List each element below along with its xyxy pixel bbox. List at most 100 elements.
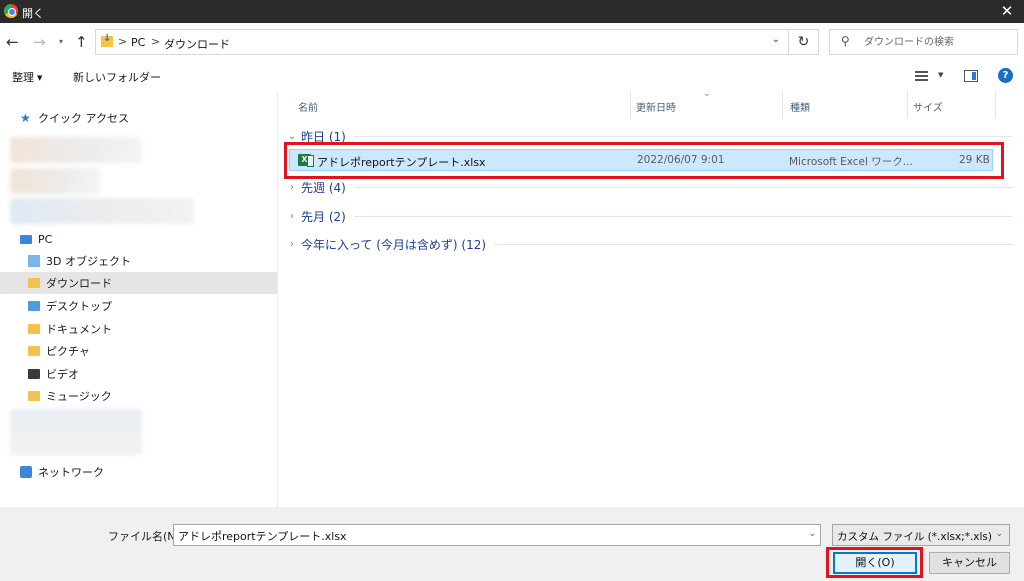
search-box[interactable]: ⚲: [829, 29, 1018, 55]
column-header-type[interactable]: 種類: [790, 99, 810, 114]
group-header-last-month[interactable]: › 先月 (2): [279, 205, 1019, 227]
organize-label: 整理: [12, 71, 34, 84]
filename-input[interactable]: [178, 528, 798, 543]
sidebar-item-label: ネットワーク: [38, 466, 104, 479]
chevron-right-icon: ›: [290, 238, 294, 250]
cancel-button[interactable]: キャンセル: [929, 552, 1010, 574]
address-dropdown-icon[interactable]: ⌄: [772, 34, 780, 45]
file-list: 名前 ⌄ 更新日時 種類 サイズ ⌄ 昨日 (1) X アドレポreportテン…: [279, 89, 1024, 507]
music-folder-icon: [28, 391, 40, 401]
help-icon[interactable]: ?: [998, 68, 1013, 83]
refresh-icon[interactable]: ↻: [789, 29, 819, 55]
group-header-last-week[interactable]: › 先週 (4): [279, 176, 1019, 198]
group-divider: [353, 215, 1013, 217]
sidebar-item-label: ドキュメント: [46, 323, 112, 336]
column-header-size[interactable]: サイズ: [913, 99, 943, 114]
sort-chevron-icon: ⌄: [703, 89, 711, 99]
pictures-folder-icon: [28, 346, 40, 356]
group-header-yesterday[interactable]: ⌄ 昨日 (1): [279, 125, 1019, 147]
chrome-icon: [4, 4, 18, 18]
sidebar-item-pictures[interactable]: ピクチャ: [28, 340, 90, 362]
table-row[interactable]: X アドレポreportテンプレート.xlsx 2022/06/07 9:01 …: [289, 149, 993, 171]
breadcrumb-separator-icon[interactable]: >: [118, 35, 127, 48]
navigation-bar: ← → ▾ ↑ > PC > ダウンロード ⌄ ↻ ⚲: [0, 23, 1024, 63]
documents-folder-icon: [28, 324, 40, 334]
sidebar-item-label: デスクトップ: [46, 300, 112, 313]
column-header-row: 名前 ⌄ 更新日時 種類 サイズ: [279, 89, 1024, 119]
close-icon[interactable]: ✕: [990, 0, 1024, 23]
title-bar: 開く ✕: [0, 0, 1024, 23]
column-header-modified[interactable]: 更新日時: [636, 99, 676, 114]
pc-icon: [20, 234, 32, 244]
chevron-right-icon: ›: [290, 181, 294, 193]
recent-locations-chevron-icon[interactable]: ▾: [59, 37, 63, 46]
excel-file-icon: X: [298, 154, 314, 167]
chevron-right-icon: ›: [290, 210, 294, 222]
breadcrumb-separator-icon[interactable]: >: [151, 35, 160, 48]
videos-folder-icon: [28, 369, 40, 379]
organize-button[interactable]: 整理 ▼: [12, 69, 42, 85]
sidebar-item-pc[interactable]: PC: [20, 228, 52, 250]
file-name: アドレポreportテンプレート.xlsx: [317, 156, 486, 169]
column-divider[interactable]: [907, 91, 908, 119]
open-button[interactable]: 開く(O): [833, 552, 917, 574]
sidebar-item-documents[interactable]: ドキュメント: [28, 318, 112, 340]
sidebar-item-quick-access[interactable]: ★ クイック アクセス: [20, 107, 129, 129]
dialog-footer: ファイル名(N): ⌄ カスタム ファイル (*.xlsx;*.xls) ⌄ 開…: [0, 507, 1024, 581]
chevron-down-icon: ⌄: [995, 529, 1003, 539]
sidebar-item-label: ビデオ: [46, 368, 79, 381]
downloads-folder-icon: [101, 33, 113, 47]
command-toolbar: 整理 ▼ 新しいフォルダー ▼ ?: [0, 63, 1024, 91]
sidebar-item-label: ピクチャ: [46, 345, 90, 358]
filename-combobox[interactable]: ⌄: [173, 524, 821, 546]
column-divider[interactable]: [782, 91, 783, 119]
network-icon: [20, 466, 32, 478]
sidebar-item-music[interactable]: ミュージック: [28, 385, 112, 407]
navigation-pane: ★ クイック アクセス PC 3D オブジェクト ダウンロード デスクトップ ド…: [0, 91, 278, 507]
star-icon: ★: [20, 111, 31, 125]
group-divider: [494, 243, 1013, 245]
breadcrumb-downloads[interactable]: ダウンロード: [164, 36, 230, 52]
new-folder-button[interactable]: 新しいフォルダー: [73, 69, 161, 85]
up-arrow-icon[interactable]: ↑: [75, 33, 88, 51]
search-input[interactable]: [864, 34, 1012, 50]
sidebar-item-videos[interactable]: ビデオ: [28, 363, 79, 385]
sidebar-item-label: ミュージック: [46, 390, 112, 403]
chevron-down-icon: ▼: [37, 74, 43, 82]
back-arrow-icon[interactable]: ←: [6, 33, 19, 51]
breadcrumb-pc[interactable]: PC: [131, 36, 145, 49]
group-header-this-year[interactable]: › 今年に入って (今月は含めず) (12): [279, 233, 1019, 255]
group-label: 今年に入って (今月は含めず) (12): [301, 237, 487, 252]
column-divider[interactable]: [995, 91, 996, 119]
group-divider: [353, 135, 1013, 137]
group-label: 先週 (4): [301, 180, 346, 195]
column-divider[interactable]: [630, 91, 631, 119]
sidebar-item-desktop[interactable]: デスクトップ: [28, 295, 112, 317]
group-label: 先月 (2): [301, 209, 346, 224]
search-icon: ⚲: [841, 34, 850, 48]
address-bar[interactable]: > PC > ダウンロード ⌄: [95, 29, 789, 55]
sidebar-item-3d-objects[interactable]: 3D オブジェクト: [28, 250, 131, 272]
group-divider: [353, 186, 1013, 188]
3d-objects-icon: [28, 255, 40, 267]
blurred-sidebar-item: [10, 168, 100, 194]
file-size: 29 KB: [959, 154, 990, 166]
view-options-icon[interactable]: [915, 71, 928, 81]
sidebar-item-label: クイック アクセス: [38, 112, 129, 125]
downloads-folder-icon: [28, 278, 40, 288]
sidebar-item-network[interactable]: ネットワーク: [20, 461, 104, 483]
blurred-sidebar-item: [10, 137, 142, 163]
file-type-value: カスタム ファイル (*.xlsx;*.xls): [837, 531, 992, 543]
file-type-select[interactable]: カスタム ファイル (*.xlsx;*.xls) ⌄: [832, 524, 1010, 546]
chevron-down-icon[interactable]: ⌄: [808, 529, 816, 539]
file-type: Microsoft Excel ワーク...: [789, 156, 913, 168]
blurred-sidebar-item: [10, 198, 194, 224]
chevron-down-icon[interactable]: ▼: [938, 71, 943, 79]
sidebar-item-downloads[interactable]: ダウンロード: [0, 272, 277, 294]
group-label: 昨日 (1): [301, 129, 346, 144]
column-header-name[interactable]: 名前: [298, 99, 318, 114]
forward-arrow-icon[interactable]: →: [33, 33, 46, 51]
file-modified: 2022/06/07 9:01: [637, 154, 725, 166]
preview-pane-icon[interactable]: [964, 70, 978, 82]
sidebar-item-label: PC: [38, 232, 53, 246]
